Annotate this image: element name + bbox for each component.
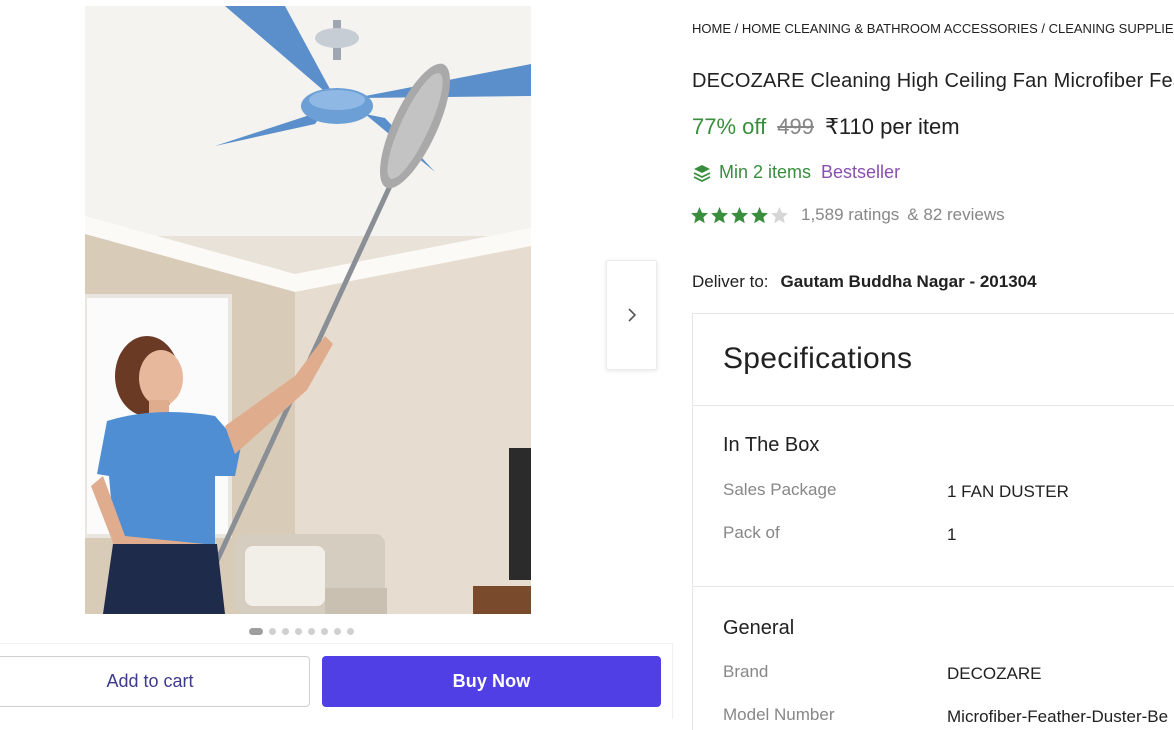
original-price: 499 bbox=[777, 114, 814, 139]
add-to-cart-button[interactable]: Add to cart bbox=[0, 656, 310, 707]
chevron-right-icon bbox=[627, 308, 636, 322]
spec-value: 1 bbox=[947, 525, 957, 544]
specifications-panel: Specifications In The Box Sales Package … bbox=[692, 313, 1174, 730]
min-items-badge: Min 2 items bbox=[692, 162, 811, 183]
specifications-title: Specifications bbox=[723, 342, 913, 375]
min-items-label: Min 2 items bbox=[719, 162, 812, 182]
gallery-dot[interactable] bbox=[308, 628, 315, 635]
stack-layers-icon bbox=[693, 164, 711, 182]
deliver-label: Deliver to: bbox=[692, 272, 769, 291]
discount-percent: 77% off bbox=[692, 114, 767, 139]
star-icon bbox=[751, 206, 768, 223]
deliver-location-value: Gautam Buddha Nagar - 201304 bbox=[780, 272, 1037, 291]
spec-value: 1 FAN DUSTER bbox=[947, 482, 1069, 501]
spec-section-title: In The Box bbox=[723, 434, 820, 456]
gallery-dot[interactable] bbox=[347, 628, 354, 635]
gallery-dots bbox=[249, 628, 354, 635]
divider bbox=[693, 586, 1174, 587]
gallery-dot[interactable] bbox=[249, 628, 263, 635]
spec-value: DECOZARE bbox=[947, 664, 1042, 683]
selling-price: ₹110 per item bbox=[824, 114, 960, 139]
spec-label: Model Number bbox=[723, 705, 835, 724]
gallery-dot[interactable] bbox=[282, 628, 289, 635]
reviews-count: & 82 reviews bbox=[907, 205, 1005, 224]
price-row: 77% off 499 ₹110 per item bbox=[692, 114, 960, 140]
bestseller-badge: Bestseller bbox=[821, 162, 901, 182]
badge-row: Min 2 items Bestseller bbox=[692, 162, 900, 183]
spec-value: Microfiber-Feather-Duster-Be bbox=[947, 707, 1169, 726]
breadcrumb[interactable]: HOME / HOME CLEANING & BATHROOM ACCESSOR… bbox=[692, 21, 1174, 36]
gallery-dot[interactable] bbox=[321, 628, 328, 635]
star-icon bbox=[731, 206, 748, 223]
gallery-dot[interactable] bbox=[334, 628, 341, 635]
action-bar: Add to cart Buy Now bbox=[0, 643, 673, 719]
star-icon bbox=[771, 206, 788, 223]
delivery-location[interactable]: Deliver to: Gautam Buddha Nagar - 201304 bbox=[692, 272, 1037, 292]
spec-label: Brand bbox=[723, 662, 769, 681]
divider bbox=[693, 405, 1174, 406]
ratings-count: 1,589 ratings bbox=[801, 205, 900, 224]
star-icon bbox=[691, 206, 708, 223]
rating-row[interactable]: 1,589 ratings & 82 reviews bbox=[690, 205, 1005, 225]
product-image[interactable] bbox=[85, 6, 531, 614]
star-rating bbox=[690, 206, 789, 225]
product-photo-illustration bbox=[85, 6, 531, 614]
spec-label: Sales Package bbox=[723, 480, 837, 499]
gallery-dot[interactable] bbox=[295, 628, 302, 635]
star-icon bbox=[711, 206, 728, 223]
gallery-next-button[interactable] bbox=[606, 260, 657, 370]
spec-section-title: General bbox=[723, 617, 795, 639]
buy-now-button[interactable]: Buy Now bbox=[322, 656, 661, 707]
spec-label: Pack of bbox=[723, 523, 780, 542]
product-title: DECOZARE Cleaning High Ceiling Fan Micro… bbox=[692, 70, 1174, 92]
gallery-dot[interactable] bbox=[269, 628, 276, 635]
